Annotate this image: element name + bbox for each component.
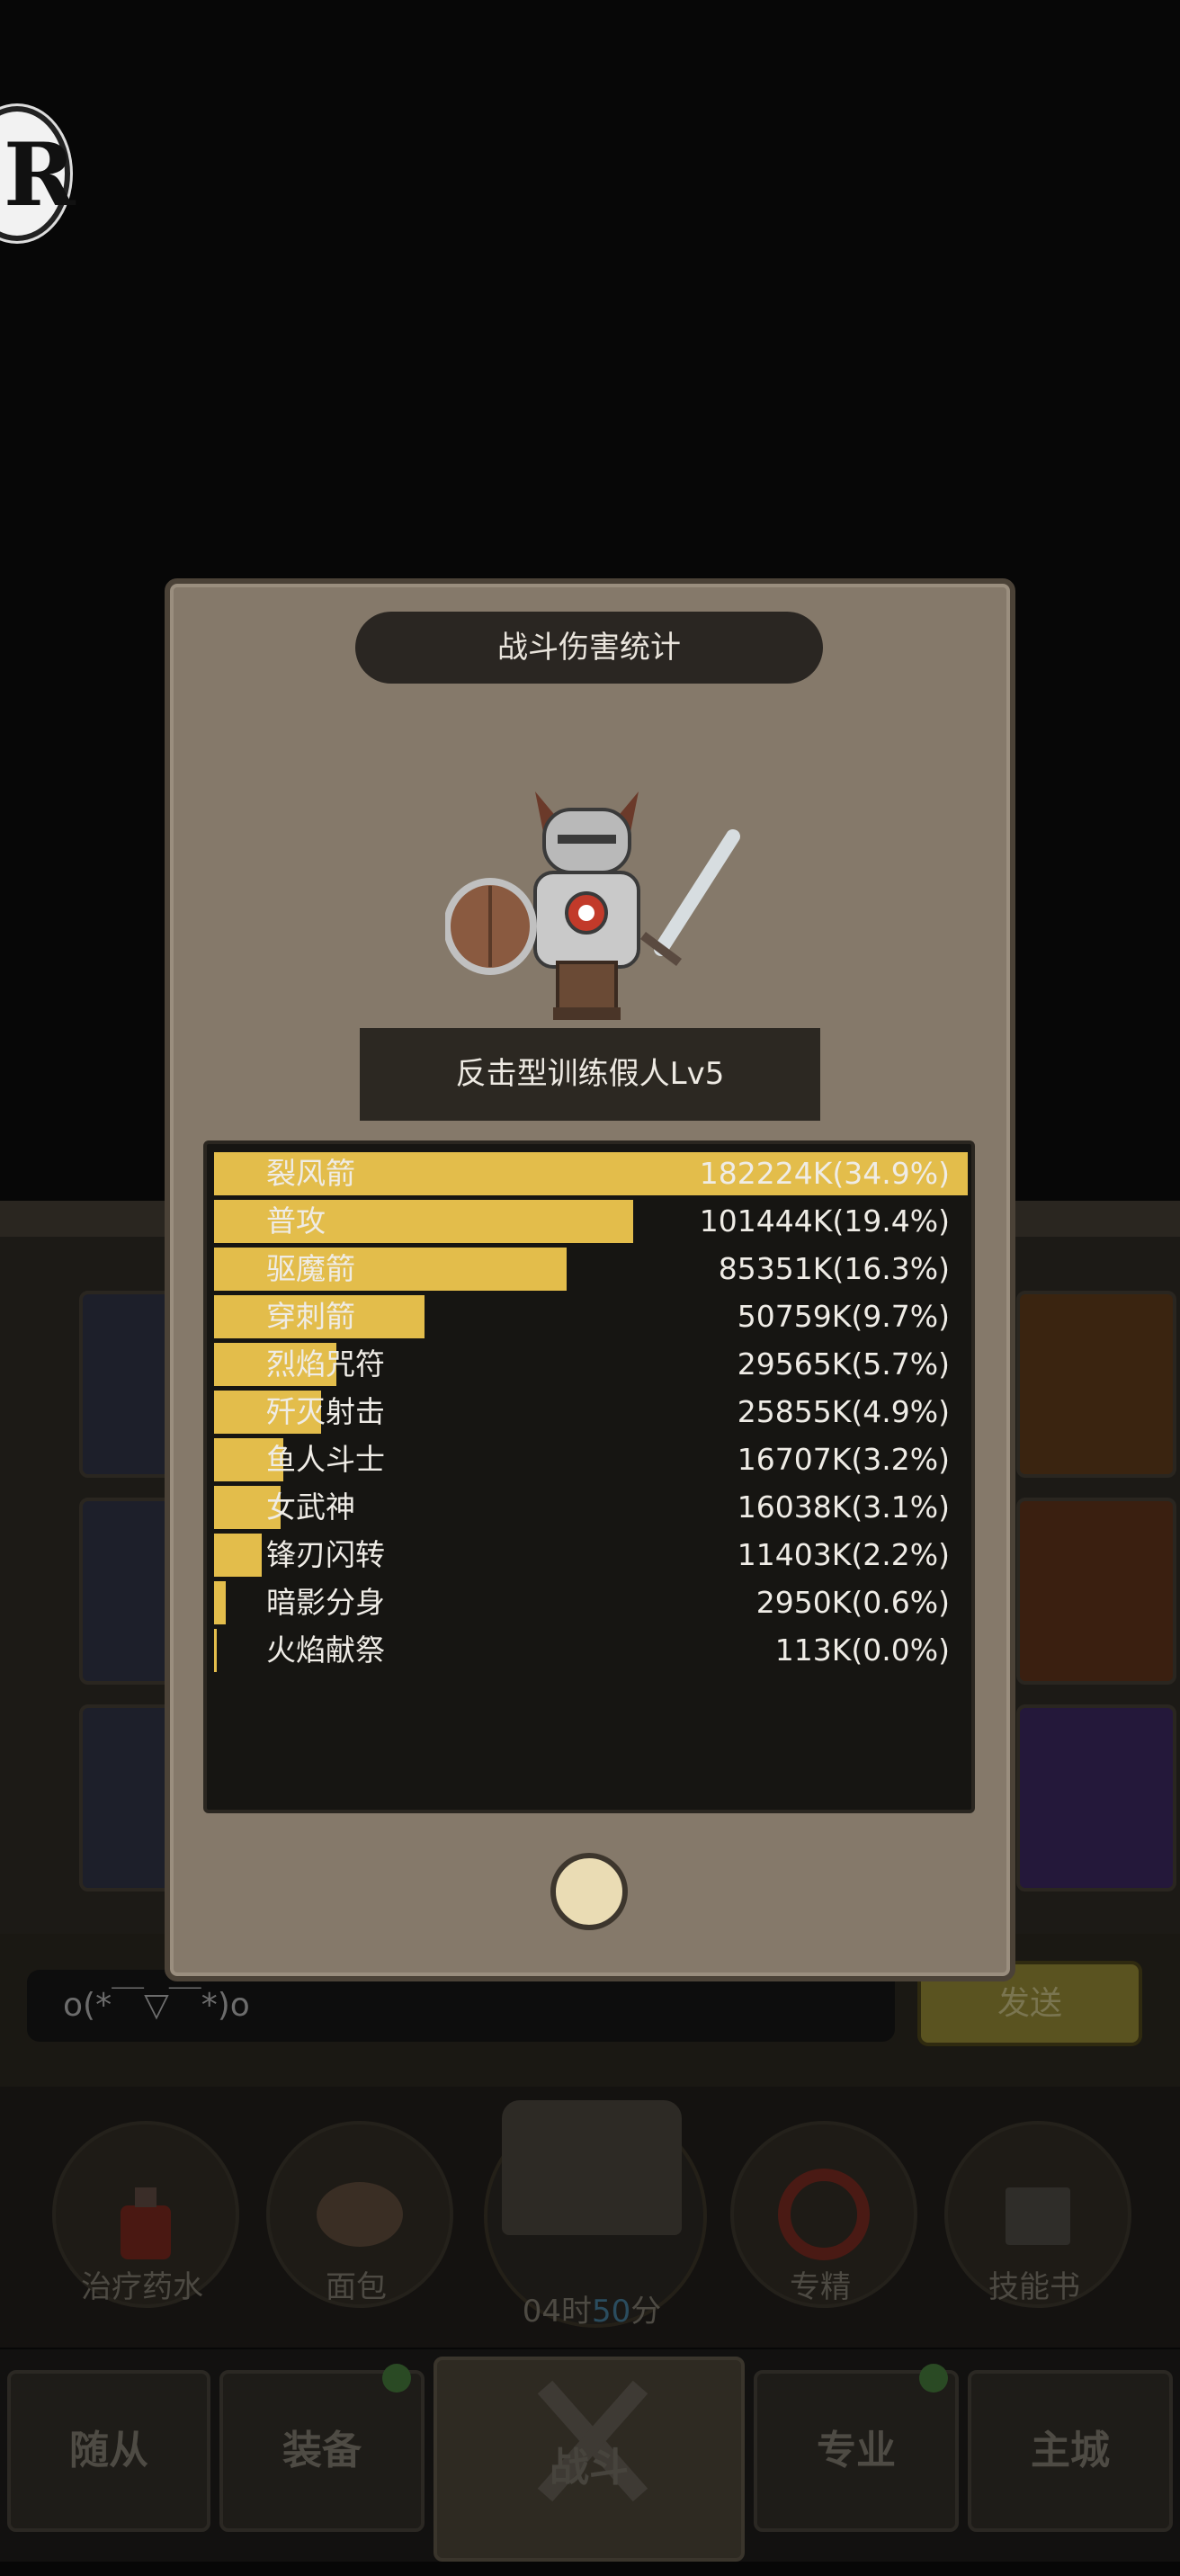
nav-main-city[interactable]: 主城	[968, 2370, 1173, 2532]
damage-value: 16038K(3.1%)	[737, 1489, 950, 1525]
logo-letter: R	[4, 124, 76, 226]
damage-value: 29565K(5.7%)	[737, 1346, 950, 1382]
notification-dot	[382, 2364, 411, 2393]
damage-row: 火焰献祭 113K(0.0%)	[214, 1629, 968, 1672]
damage-bar	[214, 1534, 262, 1577]
skill-name: 穿刺箭	[266, 1299, 355, 1334]
nav-battle[interactable]: 战斗	[434, 2357, 745, 2562]
damage-value: 25855K(4.9%)	[737, 1394, 950, 1429]
potion-label: 治疗药水	[81, 2269, 203, 2305]
damage-row: 驱魔箭 85351K(16.3%)	[214, 1248, 968, 1291]
treasure-chest	[502, 2100, 682, 2235]
modal-title: 战斗伤害统计	[355, 612, 823, 684]
damage-value: 50759K(9.7%)	[737, 1299, 950, 1334]
chest-timer: 04时50分	[522, 2294, 662, 2330]
damage-bar	[214, 1629, 217, 1672]
skill-name: 歼灭射击	[266, 1394, 385, 1429]
logo: R	[0, 106, 76, 241]
damage-bar	[214, 1581, 226, 1624]
damage-value: 113K(0.0%)	[774, 1632, 950, 1668]
training-dummy-icon	[445, 792, 740, 1020]
damage-value: 2950K(0.6%)	[755, 1585, 950, 1620]
close-button[interactable]	[550, 1853, 628, 1930]
skill-name: 女武神	[266, 1489, 355, 1525]
notification-dot	[919, 2364, 948, 2393]
damage-row: 鱼人斗士 16707K(3.2%)	[214, 1438, 968, 1481]
damage-value: 101444K(19.4%)	[699, 1203, 950, 1239]
damage-value: 16707K(3.2%)	[737, 1442, 950, 1477]
nav-battle-label: 战斗	[550, 2445, 629, 2491]
skill-slot[interactable]	[1016, 1498, 1176, 1685]
nav-followers[interactable]: 随从	[7, 2370, 210, 2532]
damage-row: 锋刃闪转 11403K(2.2%)	[214, 1534, 968, 1577]
skill-name: 鱼人斗士	[266, 1442, 385, 1477]
specialization-label: 专精	[790, 2269, 851, 2305]
damage-row: 烈焰咒符 29565K(5.7%)	[214, 1343, 968, 1386]
damage-row: 女武神 16038K(3.1%)	[214, 1486, 968, 1529]
skill-name: 锋刃闪转	[266, 1537, 385, 1572]
enemy-name: 反击型训练假人Lv5	[360, 1028, 820, 1121]
skill-slot[interactable]	[1016, 1704, 1176, 1892]
skill-name: 驱魔箭	[266, 1251, 355, 1286]
skill-book-label: 技能书	[988, 2269, 1080, 2305]
skill-name: 火焰献祭	[266, 1632, 385, 1668]
damage-row: 穿刺箭 50759K(9.7%)	[214, 1295, 968, 1338]
bread-label: 面包	[326, 2269, 387, 2305]
nav-profession[interactable]: 专业	[754, 2370, 959, 2532]
damage-row: 暗影分身 2950K(0.6%)	[214, 1581, 968, 1624]
skill-name: 裂风箭	[266, 1156, 355, 1191]
damage-value: 182224K(34.9%)	[699, 1156, 950, 1191]
nav-equipment[interactable]: 装备	[219, 2370, 425, 2532]
damage-row: 裂风箭 182224K(34.9%)	[214, 1152, 968, 1195]
damage-value: 85351K(16.3%)	[718, 1251, 950, 1286]
damage-value: 11403K(2.2%)	[737, 1537, 950, 1572]
damage-row: 普攻 101444K(19.4%)	[214, 1200, 968, 1243]
skill-name: 暗影分身	[266, 1585, 385, 1620]
skill-slot[interactable]	[1016, 1291, 1176, 1478]
damage-row: 歼灭射击 25855K(4.9%)	[214, 1391, 968, 1434]
skill-name: 烈焰咒符	[266, 1346, 385, 1382]
skill-name: 普攻	[266, 1203, 326, 1239]
